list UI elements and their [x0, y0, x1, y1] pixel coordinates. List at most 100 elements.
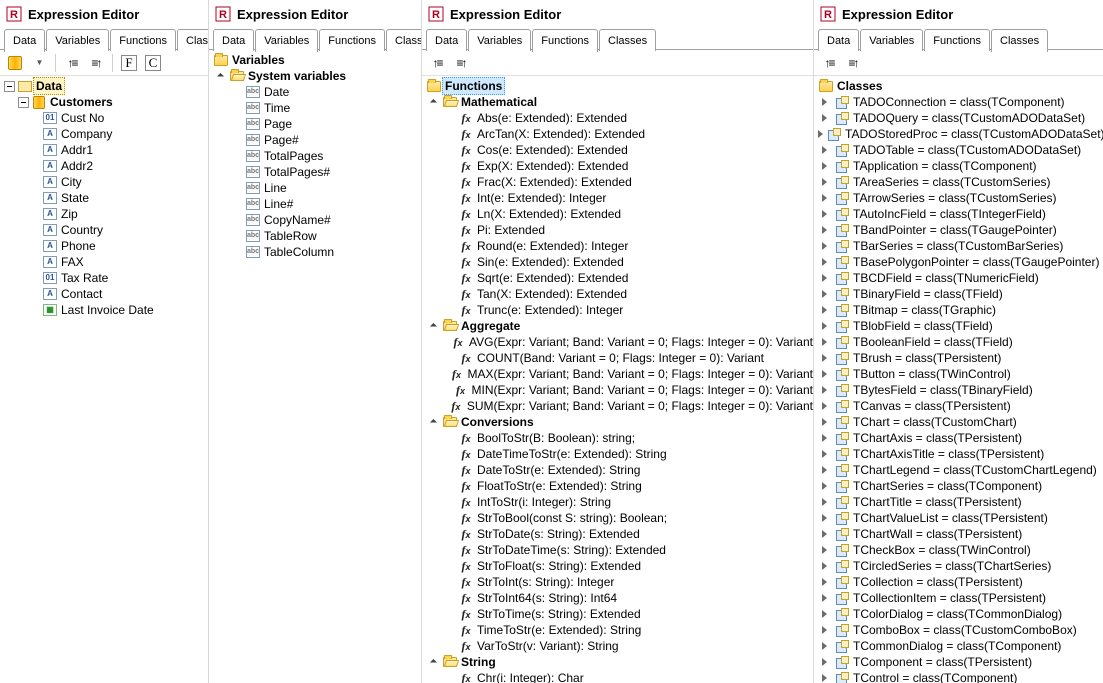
- tree-class[interactable]: TBlobField = class(TField): [816, 318, 1103, 334]
- expand-icon[interactable]: [822, 242, 831, 251]
- tree-field[interactable]: A City: [2, 174, 208, 190]
- expand-icon[interactable]: [822, 162, 831, 171]
- tree-function[interactable]: fx COUNT(Band: Variant = 0; Flags: Integ…: [424, 350, 813, 366]
- collapse-icon[interactable]: [430, 658, 439, 667]
- tree-group[interactable]: Customers: [2, 94, 208, 110]
- expand-icon[interactable]: [822, 418, 831, 427]
- tree-class[interactable]: TArrowSeries = class(TCustomSeries): [816, 190, 1103, 206]
- tree-function[interactable]: fx VarToStr(v: Variant): String: [424, 638, 813, 654]
- tree-group[interactable]: Aggregate: [424, 318, 813, 334]
- tree-function[interactable]: fx Tan(X: Extended): Extended: [424, 286, 813, 302]
- tree-function[interactable]: fx Pi: Extended: [424, 222, 813, 238]
- tree-function[interactable]: fx FloatToStr(e: Extended): String: [424, 478, 813, 494]
- expand-icon[interactable]: [822, 674, 831, 683]
- tree-class[interactable]: TCollectionItem = class(TPersistent): [816, 590, 1103, 606]
- datasource-dropdown[interactable]: ▼: [28, 52, 50, 74]
- tree-field[interactable]: A Addr1: [2, 142, 208, 158]
- tree-function[interactable]: fx StrToInt(s: String): Integer: [424, 574, 813, 590]
- expand-icon[interactable]: [822, 562, 831, 571]
- tab-data[interactable]: Data: [4, 29, 45, 52]
- tab-functions[interactable]: Functions: [319, 29, 385, 51]
- expand-icon[interactable]: [822, 594, 831, 603]
- tree-function[interactable]: fx Sqrt(e: Extended): Extended: [424, 270, 813, 286]
- expand-icon[interactable]: [822, 338, 831, 347]
- tree-class[interactable]: TBooleanField = class(TField): [816, 334, 1103, 350]
- tree-variable[interactable]: abc TotalPages: [211, 148, 421, 164]
- tree-group[interactable]: System variables: [211, 68, 421, 84]
- tab-classes[interactable]: Classes: [599, 29, 656, 51]
- tree-function[interactable]: fx Trunc(e: Extended): Integer: [424, 302, 813, 318]
- sort-group-button[interactable]: ≡↑: [450, 52, 472, 74]
- tree-class[interactable]: TComponent = class(TPersistent): [816, 654, 1103, 670]
- expand-icon[interactable]: [822, 402, 831, 411]
- tree-variable[interactable]: abc Line#: [211, 196, 421, 212]
- tree-root[interactable]: Variables: [211, 52, 421, 68]
- tab-functions[interactable]: Functions: [532, 29, 598, 52]
- expand-icon[interactable]: [822, 626, 831, 635]
- expand-icon[interactable]: [822, 258, 831, 267]
- expand-icon[interactable]: [822, 578, 831, 587]
- tab-data[interactable]: Data: [818, 29, 859, 51]
- tree-function[interactable]: fx SUM(Expr: Variant; Band: Variant = 0;…: [424, 398, 813, 414]
- tree-function[interactable]: fx Int(e: Extended): Integer: [424, 190, 813, 206]
- variables-tree[interactable]: Variables System variables abc Date abc …: [209, 50, 421, 683]
- tree-function[interactable]: fx DateToStr(e: Extended): String: [424, 462, 813, 478]
- sort-group-button[interactable]: ≡↑: [842, 52, 864, 74]
- tree-field[interactable]: A Phone: [2, 238, 208, 254]
- tree-class[interactable]: TADOQuery = class(TCustomADODataSet): [816, 110, 1103, 126]
- tree-class[interactable]: TBrush = class(TPersistent): [816, 350, 1103, 366]
- tree-root[interactable]: Classes: [816, 78, 1103, 94]
- expand-icon[interactable]: [822, 546, 831, 555]
- tree-field[interactable]: A Zip: [2, 206, 208, 222]
- tree-field[interactable]: 01 Cust No: [2, 110, 208, 126]
- tree-class[interactable]: TBarSeries = class(TCustomBarSeries): [816, 238, 1103, 254]
- expand-icon[interactable]: [822, 146, 831, 155]
- tree-function[interactable]: fx StrToFloat(s: String): Extended: [424, 558, 813, 574]
- tree-function[interactable]: fx StrToDate(s: String): Extended: [424, 526, 813, 542]
- tree-function[interactable]: fx MAX(Expr: Variant; Band: Variant = 0;…: [424, 366, 813, 382]
- sort-asc-button[interactable]: ↑≡: [818, 52, 840, 74]
- tree-class[interactable]: TBytesField = class(TBinaryField): [816, 382, 1103, 398]
- tab-functions[interactable]: Functions: [924, 29, 990, 51]
- tree-variable[interactable]: abc Page: [211, 116, 421, 132]
- sort-asc-button[interactable]: ↑≡: [61, 52, 83, 74]
- tree-function[interactable]: fx StrToTime(s: String): Extended: [424, 606, 813, 622]
- tree-function[interactable]: fx StrToInt64(s: String): Int64: [424, 590, 813, 606]
- expand-icon[interactable]: [822, 322, 831, 331]
- tree-class[interactable]: TControl = class(TComponent): [816, 670, 1103, 683]
- expand-icon[interactable]: [822, 290, 831, 299]
- tree-class[interactable]: TChartAxisTitle = class(TPersistent): [816, 446, 1103, 462]
- tree-class[interactable]: TBitmap = class(TGraphic): [816, 302, 1103, 318]
- tree-class[interactable]: TChartTitle = class(TPersistent): [816, 494, 1103, 510]
- collapse-icon[interactable]: [217, 72, 226, 81]
- tab-classes[interactable]: Classes: [386, 29, 422, 51]
- collapse-icon[interactable]: [18, 97, 29, 108]
- sort-group-button[interactable]: ≡↑: [85, 52, 107, 74]
- tree-class[interactable]: TBinaryField = class(TField): [816, 286, 1103, 302]
- expand-icon[interactable]: [822, 98, 831, 107]
- tree-class[interactable]: TAreaSeries = class(TCustomSeries): [816, 174, 1103, 190]
- tree-function[interactable]: fx Exp(X: Extended): Extended: [424, 158, 813, 174]
- tree-class[interactable]: TCollection = class(TPersistent): [816, 574, 1103, 590]
- expand-icon[interactable]: [822, 226, 831, 235]
- tree-class[interactable]: TChart = class(TCustomChart): [816, 414, 1103, 430]
- tree-class[interactable]: TCanvas = class(TPersistent): [816, 398, 1103, 414]
- tree-class[interactable]: TChartLegend = class(TCustomChartLegend): [816, 462, 1103, 478]
- tree-class[interactable]: TCheckBox = class(TWinControl): [816, 542, 1103, 558]
- tree-group[interactable]: String: [424, 654, 813, 670]
- tree-variable[interactable]: abc Time: [211, 100, 421, 116]
- tree-field[interactable]: A Country: [2, 222, 208, 238]
- expand-icon[interactable]: [822, 642, 831, 651]
- tab-variables[interactable]: Variables: [468, 29, 531, 51]
- tree-group[interactable]: Mathematical: [424, 94, 813, 110]
- expand-icon[interactable]: [822, 114, 831, 123]
- tree-function[interactable]: fx DateTimeToStr(e: Extended): String: [424, 446, 813, 462]
- tree-field[interactable]: ▦ Last Invoice Date: [2, 302, 208, 318]
- sort-asc-button[interactable]: ↑≡: [426, 52, 448, 74]
- class-filter-button[interactable]: C: [142, 52, 164, 74]
- tree-function[interactable]: fx Round(e: Extended): Integer: [424, 238, 813, 254]
- functions-tree[interactable]: Functions Mathematical fx Abs(e: Extende…: [422, 76, 813, 683]
- tree-field[interactable]: A FAX: [2, 254, 208, 270]
- tree-function[interactable]: fx Chr(i: Integer): Char: [424, 670, 813, 683]
- expand-icon[interactable]: [822, 434, 831, 443]
